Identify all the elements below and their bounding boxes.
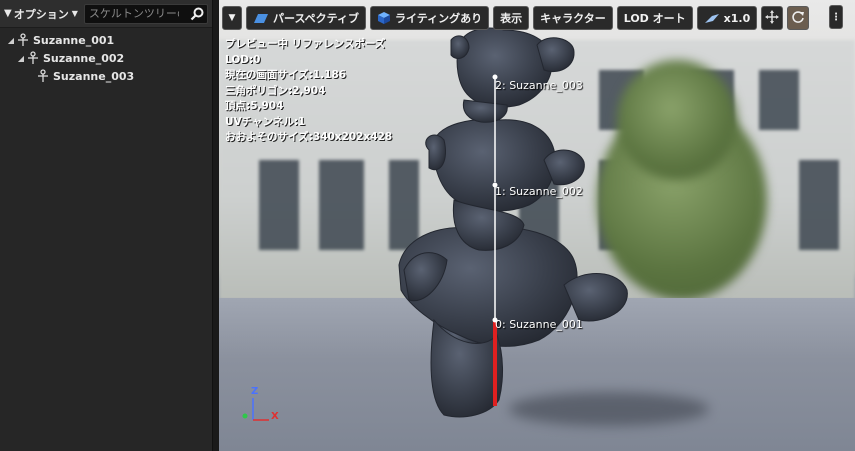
rotate-tool-button[interactable]	[787, 6, 810, 30]
perspective-label: パースペクティブ	[273, 12, 360, 25]
stats-line: 頂点:5,904	[225, 100, 284, 112]
speed-label: x1.0	[723, 11, 751, 25]
perspective-icon	[253, 12, 269, 24]
translate-tool-button[interactable]	[761, 6, 784, 30]
skeleton-tree-panel: ▼ オプション ▼ ◢ Suzanne_001 ◢ Suzanne_002 Su…	[0, 0, 213, 451]
character-button[interactable]: キャラクター	[533, 6, 613, 30]
lighting-button[interactable]: ライティングあり	[370, 6, 490, 30]
viewport-menu-button[interactable]: ▼	[222, 6, 242, 30]
viewport-toolbar: ▼ パースペクティブ ライティングあり 表示 キャラクター LOD オート x1…	[219, 5, 855, 31]
preview-viewport[interactable]: 2: Suzanne_003 1: Suzanne_002 0: Suzanne…	[219, 0, 855, 451]
bone-icon	[38, 69, 48, 82]
search-icon[interactable]	[188, 5, 206, 23]
tree-row-suzanne-001[interactable]: ◢ Suzanne_001	[0, 31, 212, 49]
chevron-down-icon: ▼	[71, 9, 78, 18]
lit-cube-icon	[377, 11, 391, 25]
bone-icon	[28, 51, 38, 64]
tree-row-suzanne-002[interactable]: ◢ Suzanne_002	[0, 49, 212, 67]
axis-z-label: Z	[251, 386, 259, 397]
character-label: キャラクター	[540, 12, 606, 25]
lod-label: LOD オート	[623, 12, 686, 25]
search-input[interactable]	[88, 7, 179, 20]
root-bone	[493, 320, 497, 406]
lighting-label: ライティングあり	[395, 12, 483, 25]
show-label: 表示	[500, 12, 523, 25]
more-icon: ⋮	[831, 11, 841, 23]
playback-speed-button[interactable]: x1.0	[696, 6, 758, 30]
lod-button[interactable]: LOD オート	[616, 6, 693, 30]
stats-line: 三角ポリゴン:2,904	[225, 84, 326, 97]
axis-x-label: X	[271, 411, 279, 422]
options-dropdown[interactable]: ▼ オプション ▼	[4, 6, 78, 22]
stats-line: UVチャンネル:1	[225, 115, 306, 128]
bone-label-suzanne-002: 1: Suzanne_002	[495, 185, 583, 198]
bone-label-suzanne-003: 2: Suzanne_003	[495, 79, 583, 92]
move-arrows-icon	[765, 9, 780, 27]
bone-name: Suzanne_003	[53, 69, 135, 83]
tree-header: ▼ オプション ▼	[0, 0, 212, 28]
toolbar-overflow-button[interactable]: ⋮	[829, 5, 843, 29]
expand-arrow-icon[interactable]: ◢	[6, 36, 16, 45]
preview-stats-overlay: プレビュー中 リファレンスポーズ LOD:0 現在の画面サイズ:1.186 三角…	[225, 37, 392, 146]
bone-name: Suzanne_001	[33, 33, 115, 47]
rotate-icon	[791, 10, 805, 27]
mesh-suzanne-003	[450, 27, 575, 123]
expand-arrow-icon[interactable]: ◢	[16, 54, 26, 63]
axis-gizmo	[242, 398, 269, 421]
filter-icon: ▼	[4, 8, 12, 19]
show-button[interactable]: 表示	[493, 6, 530, 30]
speed-icon	[704, 12, 720, 24]
tree-row-suzanne-003[interactable]: Suzanne_003	[0, 67, 212, 85]
options-label: オプション	[13, 7, 69, 21]
stats-line: LOD:0	[225, 53, 261, 66]
search-box	[83, 3, 208, 24]
stats-line: 現在の画面サイズ:1.186	[225, 69, 347, 81]
bone-icon	[18, 33, 28, 46]
perspective-button[interactable]: パースペクティブ	[246, 6, 367, 30]
bone-tree: ◢ Suzanne_001 ◢ Suzanne_002 Suzanne_003	[0, 28, 212, 85]
stats-line: プレビュー中 リファレンスポーズ	[225, 38, 386, 50]
bone-label-suzanne-001: 0: Suzanne_001	[495, 318, 583, 331]
bone-name: Suzanne_002	[43, 51, 125, 65]
stats-line: おおよそのサイズ:340x202x428	[225, 131, 393, 143]
